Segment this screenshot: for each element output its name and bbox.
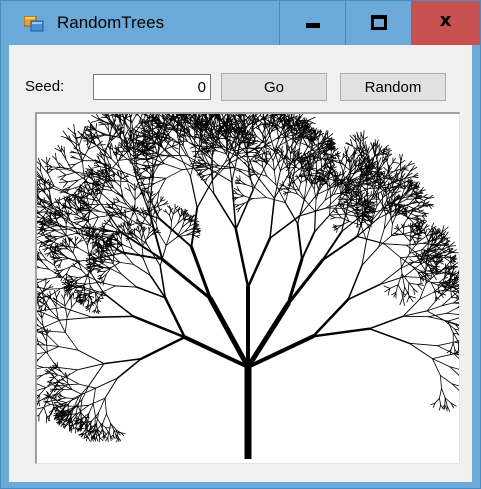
title-bar[interactable]: RandomTrees x [1, 1, 480, 45]
tree-canvas [37, 114, 459, 459]
maximize-button[interactable] [345, 1, 411, 45]
random-button[interactable]: Random [340, 73, 446, 101]
go-button[interactable]: Go [221, 73, 327, 101]
close-button[interactable]: x [411, 1, 480, 45]
minimize-icon [306, 23, 320, 28]
seed-label: Seed: [25, 78, 65, 95]
tree-canvas-frame [35, 112, 460, 464]
client-area: Seed: Go Random [9, 45, 472, 482]
app-window: RandomTrees x Seed: Go Random [0, 0, 481, 489]
minimize-button[interactable] [279, 1, 345, 45]
maximize-icon [371, 15, 387, 30]
windows-form-icon [24, 16, 44, 32]
window-title: RandomTrees [57, 13, 165, 32]
close-icon: x [439, 10, 452, 31]
seed-input[interactable] [93, 74, 211, 100]
